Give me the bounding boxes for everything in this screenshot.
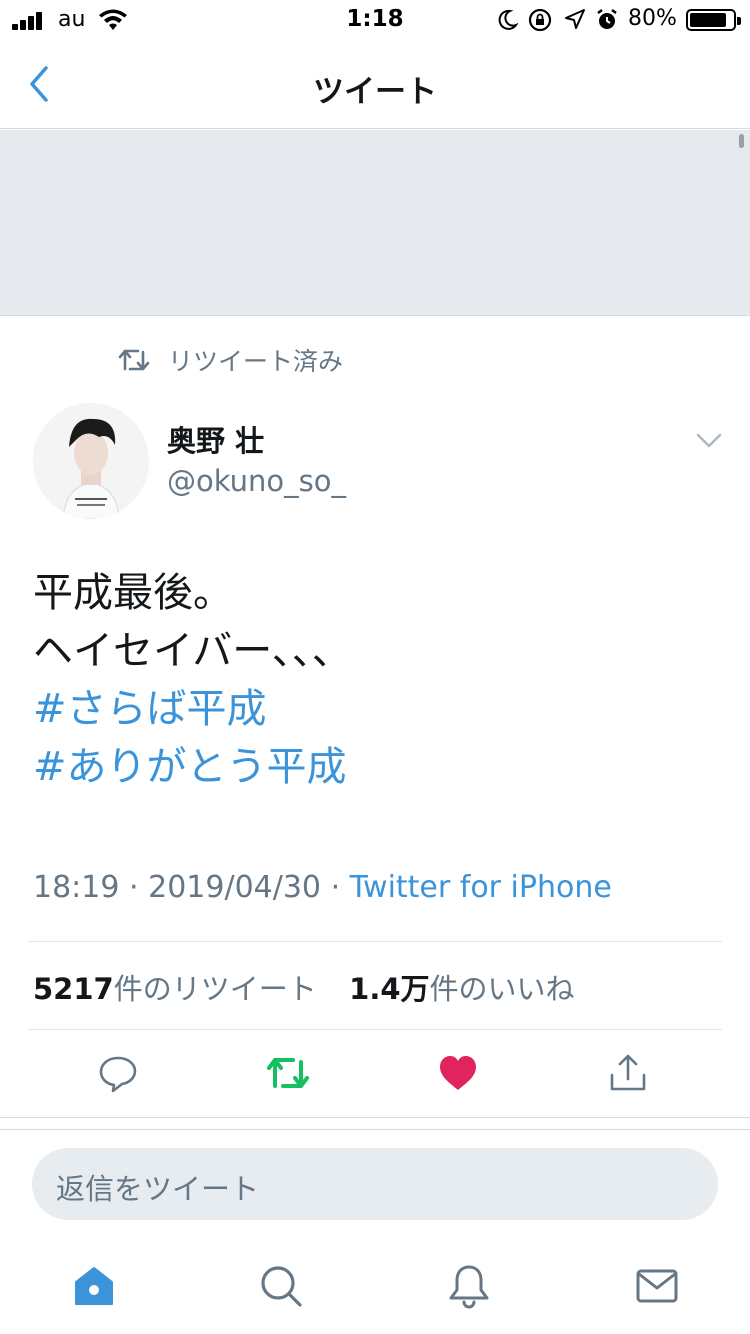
meta-separator: · bbox=[129, 870, 139, 905]
orientation-lock-icon bbox=[528, 8, 552, 32]
reply-icon bbox=[99, 1056, 137, 1093]
reply-button[interactable] bbox=[95, 1050, 141, 1096]
tweet-text: 平成最後。 ヘイセイバー、、、 #さらば平成 #ありがとう平成 bbox=[33, 564, 723, 796]
alarm-icon bbox=[597, 9, 617, 29]
retweet-count: 5217 bbox=[33, 972, 114, 1006]
notifications-icon bbox=[449, 1265, 489, 1309]
tweet-meta: 18:19 · 2019/04/30 · Twitter for iPhone bbox=[33, 870, 612, 905]
page-title: ツイート bbox=[313, 74, 437, 110]
chevron-down-icon[interactable] bbox=[694, 428, 724, 452]
divider bbox=[28, 941, 722, 942]
retweeted-label: リツイート済み bbox=[168, 347, 344, 376]
tab-home[interactable] bbox=[70, 1262, 118, 1310]
like-count-link[interactable]: 1.4万件のいいね bbox=[349, 972, 574, 1006]
search-icon bbox=[261, 1266, 302, 1307]
divider bbox=[0, 1129, 750, 1130]
tweet-stats: 5217件のリツイート 1.4万件のいいね bbox=[33, 966, 575, 1008]
author-display-name[interactable]: 奥野 壮 bbox=[167, 418, 264, 460]
like-count: 1.4万 bbox=[349, 972, 430, 1006]
reply-input[interactable]: 返信をツイート bbox=[32, 1148, 718, 1220]
share-button[interactable] bbox=[605, 1050, 651, 1096]
avatar[interactable] bbox=[33, 403, 149, 519]
home-icon bbox=[75, 1267, 113, 1305]
retweet-context: リツイート済み bbox=[118, 344, 343, 376]
navigation-bar: ツイート bbox=[0, 40, 750, 129]
scroll-indicator bbox=[739, 134, 744, 148]
retweet-count-link[interactable]: 5217件のリツイート bbox=[33, 972, 317, 1006]
share-icon bbox=[610, 1054, 646, 1091]
tweet-source-link[interactable]: Twitter for iPhone bbox=[350, 870, 612, 905]
media-placeholder bbox=[0, 130, 750, 316]
author-handle[interactable]: @okuno_so_ bbox=[167, 464, 346, 498]
divider bbox=[28, 1029, 722, 1030]
location-icon bbox=[565, 9, 585, 29]
tweet-line: 平成最後。 bbox=[33, 570, 233, 616]
tab-notifications[interactable] bbox=[445, 1262, 493, 1310]
battery-percentage: 80% bbox=[628, 6, 677, 31]
tab-bar bbox=[0, 1244, 750, 1334]
tab-search[interactable] bbox=[257, 1262, 305, 1310]
battery-icon bbox=[686, 9, 741, 31]
retweet-icon bbox=[118, 349, 150, 371]
divider bbox=[0, 1117, 750, 1118]
like-count-label: 件のいいね bbox=[429, 972, 575, 1006]
reply-placeholder: 返信をツイート bbox=[56, 1172, 260, 1206]
tweet-line: ヘイセイバー、、、 bbox=[33, 628, 352, 674]
like-button[interactable] bbox=[435, 1050, 481, 1096]
do-not-disturb-icon bbox=[498, 9, 518, 30]
tweet-time: 18:19 bbox=[33, 870, 120, 905]
hashtag-link[interactable]: #さらば平成 bbox=[33, 680, 723, 738]
heart-icon bbox=[440, 1056, 476, 1090]
tab-messages[interactable] bbox=[633, 1262, 681, 1310]
hashtag-link[interactable]: #ありがとう平成 bbox=[33, 738, 723, 796]
tweet-date: 2019/04/30 bbox=[148, 870, 322, 905]
avatar-image bbox=[33, 403, 149, 519]
retweet-button[interactable] bbox=[265, 1050, 311, 1096]
tweet-actions bbox=[0, 1050, 750, 1100]
retweet-count-label: 件のリツイート bbox=[113, 972, 317, 1006]
meta-separator: · bbox=[330, 870, 341, 905]
status-bar: au 1:18 80% bbox=[0, 0, 750, 40]
retweet-icon bbox=[267, 1058, 309, 1088]
messages-icon bbox=[636, 1269, 678, 1303]
